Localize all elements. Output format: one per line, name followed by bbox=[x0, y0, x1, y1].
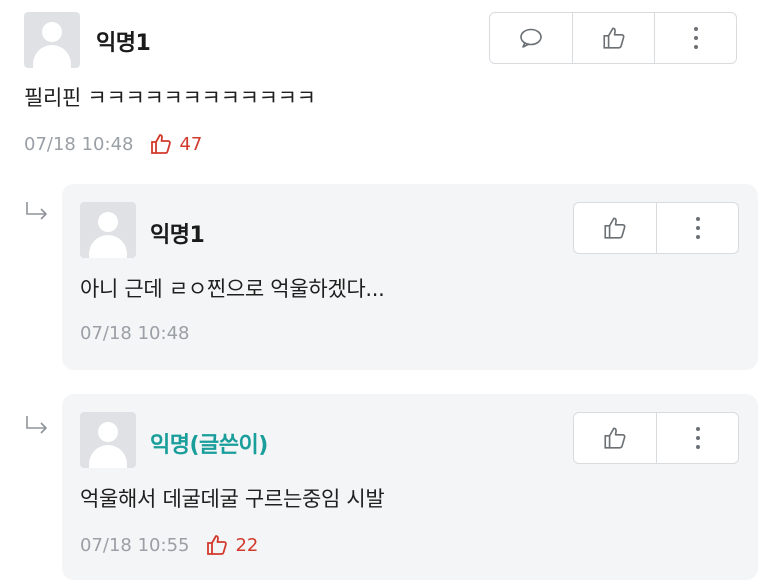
like-count: 47 bbox=[179, 133, 203, 155]
reply-button[interactable] bbox=[490, 13, 572, 63]
reply-text: 억울해서 데굴데굴 구르는중임 시발 bbox=[80, 487, 385, 511]
reply-item: 익명(글쓴이) 억울해서 데굴데굴 구르는중임 시발 07/18 10:55 2… bbox=[62, 394, 758, 580]
comment-meta: 07/18 10:48 47 bbox=[24, 132, 202, 156]
more-options-button[interactable] bbox=[654, 13, 736, 63]
like-count-badge: 22 bbox=[205, 533, 258, 557]
reply-meta: 07/18 10:55 22 bbox=[80, 533, 258, 557]
like-button[interactable] bbox=[572, 13, 654, 63]
more-options-button[interactable] bbox=[656, 203, 738, 253]
avatar bbox=[80, 202, 136, 258]
vertical-dots-icon bbox=[695, 217, 700, 239]
speech-bubble-icon bbox=[520, 28, 542, 48]
vertical-dots-icon bbox=[693, 27, 698, 49]
reply-item: 익명1 아니 근데 ㄹㅇ찐으로 억울하겠다... 07/18 10:48 bbox=[62, 184, 758, 370]
reply-meta: 07/18 10:48 bbox=[80, 323, 189, 344]
reply-text: 아니 근데 ㄹㅇ찐으로 억울하겠다... bbox=[80, 277, 385, 301]
like-count: 22 bbox=[235, 534, 259, 556]
timestamp: 07/18 10:48 bbox=[80, 323, 190, 344]
reply-arrow-icon bbox=[26, 202, 47, 220]
reply-author-op: 익명(글쓴이) bbox=[150, 433, 268, 458]
timestamp: 07/18 10:48 bbox=[24, 133, 134, 155]
thumbs-up-icon bbox=[207, 535, 228, 555]
reply-arrow-icon bbox=[26, 416, 47, 434]
thumbs-up-icon bbox=[151, 134, 172, 154]
thumbs-up-icon bbox=[604, 427, 626, 449]
comment-action-bar bbox=[489, 12, 737, 64]
reply-action-bar bbox=[573, 202, 739, 254]
reply-action-bar bbox=[573, 412, 739, 464]
comment-text: 필리핀 ㅋㅋㅋㅋㅋㅋㅋㅋㅋㅋㅋㅋ bbox=[24, 86, 316, 110]
reply-author: 익명1 bbox=[150, 223, 205, 248]
like-button[interactable] bbox=[574, 203, 656, 253]
avatar bbox=[24, 12, 80, 68]
like-count-badge: 47 bbox=[149, 132, 202, 156]
timestamp: 07/18 10:55 bbox=[80, 534, 190, 556]
thumbs-up-icon bbox=[604, 217, 626, 239]
comment-author: 익명1 bbox=[96, 31, 151, 56]
more-options-button[interactable] bbox=[656, 413, 738, 463]
thumbs-up-icon bbox=[602, 27, 624, 49]
avatar bbox=[80, 412, 136, 468]
like-button[interactable] bbox=[574, 413, 656, 463]
vertical-dots-icon bbox=[695, 427, 700, 449]
